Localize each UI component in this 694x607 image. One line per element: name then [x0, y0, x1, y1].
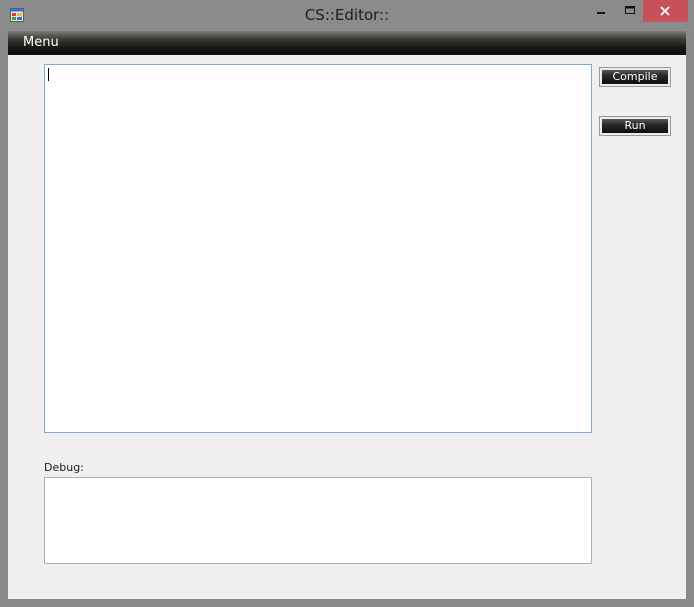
title-bar[interactable]: CS::Editor::: [0, 0, 694, 31]
maximize-button[interactable]: [616, 0, 644, 22]
minimize-button[interactable]: [586, 0, 614, 22]
menu-item-menu[interactable]: Menu: [23, 35, 59, 50]
close-icon: [660, 6, 670, 16]
close-button[interactable]: [643, 0, 688, 22]
compile-button-label: Compile: [602, 70, 668, 84]
app-window: CS::Editor:: Menu Compile Run Debug:: [0, 0, 694, 607]
code-editor[interactable]: [44, 64, 592, 433]
menu-bar: Menu: [8, 31, 686, 55]
minimize-icon: [597, 12, 605, 14]
client-area: Menu Compile Run Debug:: [8, 31, 686, 599]
run-button-label: Run: [602, 119, 668, 133]
text-caret: [48, 68, 49, 81]
run-button[interactable]: Run: [599, 116, 671, 136]
maximize-icon: [625, 6, 635, 14]
compile-button[interactable]: Compile: [599, 67, 671, 87]
debug-label: Debug:: [44, 461, 84, 474]
debug-output[interactable]: [44, 477, 592, 564]
